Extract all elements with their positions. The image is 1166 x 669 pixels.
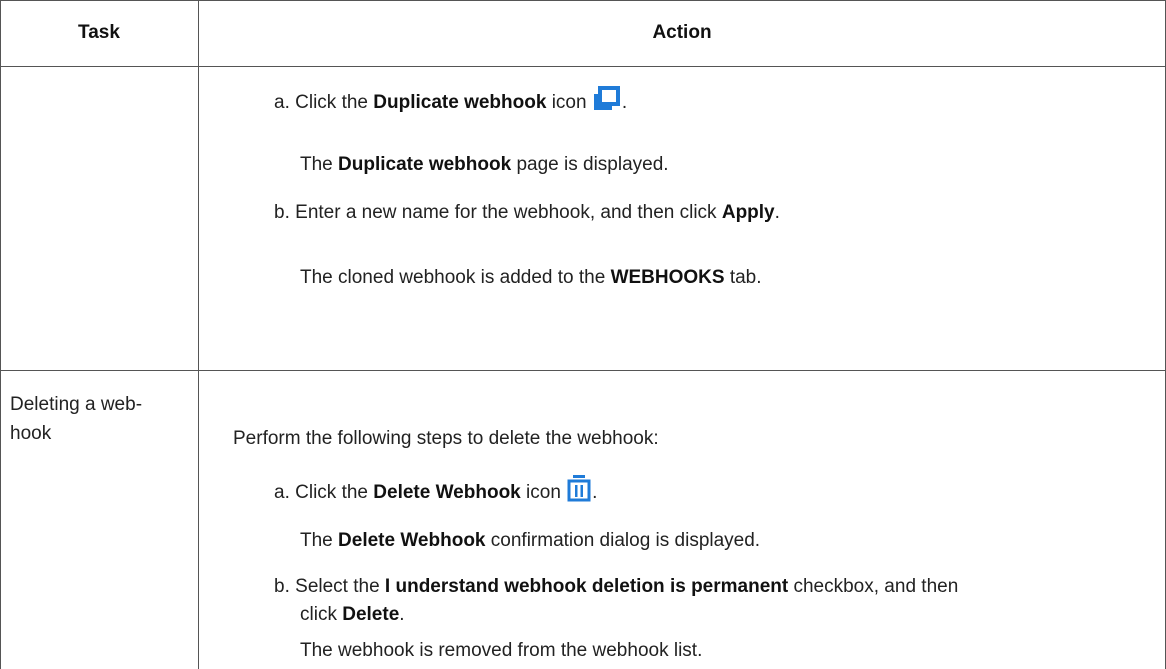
header-divider (0, 66, 1166, 67)
row2-step-a: a. Click the Delete Webhook icon . (274, 474, 597, 511)
row2-task-label: Deleting a web- hook (10, 394, 143, 444)
row2-result-b: The webhook is removed from the webhook … (300, 640, 703, 661)
row1-result-a: The Duplicate webhook page is displayed. (300, 154, 669, 175)
row1-step-a: a. Click the Duplicate webhook icon . (274, 86, 627, 121)
row-divider (0, 370, 1166, 371)
row2-result-a: The Delete Webhook confirmation dialog i… (300, 530, 761, 551)
header-action: Action (652, 22, 712, 43)
header-task: Task (78, 22, 120, 43)
duplicate-icon (592, 86, 622, 121)
table-border-left (0, 0, 1, 669)
column-divider (198, 0, 199, 669)
row2-intro: Perform the following steps to delete th… (233, 428, 659, 449)
task-action-table: Task Action a. Click the Duplicate webho… (0, 0, 1166, 669)
row1-result-b: The cloned webhook is added to the WEBHO… (300, 267, 762, 288)
trash-icon (566, 474, 592, 511)
row2-step-b-continued: click Delete. (300, 604, 405, 625)
row2-step-b: b. Select the I understand webhook delet… (274, 576, 959, 597)
row1-step-b: b. Enter a new name for the webhook, and… (274, 202, 780, 223)
